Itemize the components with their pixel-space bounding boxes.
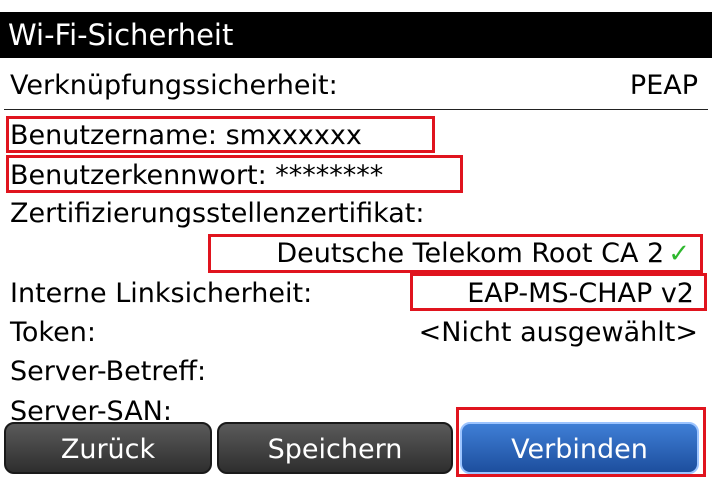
- inner-link-security-label: Interne Linksicherheit:: [10, 278, 313, 309]
- highlight-box-inner-link-security: [410, 273, 707, 311]
- server-subject-row[interactable]: Server-Betreff:: [4, 352, 704, 392]
- page-title: Wi-Fi-Sicherheit: [0, 12, 712, 58]
- token-label: Token:: [10, 317, 96, 348]
- save-button[interactable]: Speichern: [217, 422, 453, 474]
- server-subject-label: Server-Betreff:: [10, 356, 207, 387]
- highlight-box-connect: [456, 407, 706, 477]
- ca-certificate-label: Zertifizierungsstellenzertifikat:: [10, 198, 425, 229]
- link-security-row[interactable]: Verknüpfungssicherheit: PEAP: [4, 66, 704, 106]
- ca-certificate-row: Zertifizierungsstellenzertifikat:: [4, 194, 704, 234]
- link-security-value[interactable]: PEAP: [630, 66, 698, 106]
- highlight-box-username: [6, 116, 435, 153]
- highlight-box-password: [6, 155, 463, 193]
- link-security-label: Verknüpfungssicherheit:: [10, 70, 338, 101]
- back-button[interactable]: Zurück: [4, 422, 212, 474]
- divider: [4, 109, 708, 110]
- token-value[interactable]: <Nicht ausgewählt>: [419, 313, 698, 353]
- highlight-box-ca-certificate: [208, 234, 703, 273]
- token-row[interactable]: Token: <Nicht ausgewählt>: [4, 313, 704, 353]
